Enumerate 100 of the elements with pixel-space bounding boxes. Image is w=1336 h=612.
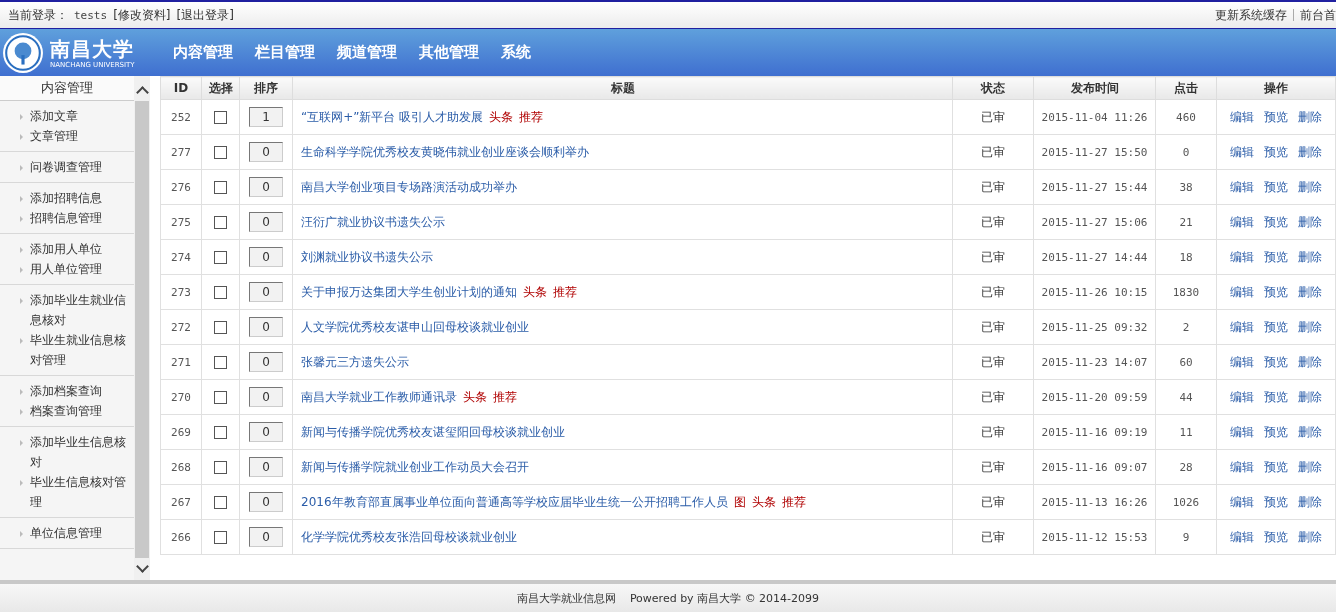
sort-field[interactable]: 0: [249, 247, 283, 267]
checkbox[interactable]: [214, 286, 227, 299]
sidebar-item[interactable]: 毕业生就业信息核对管理: [20, 330, 130, 370]
action-link[interactable]: 预览: [1264, 389, 1288, 404]
action-link[interactable]: 删除: [1298, 249, 1322, 264]
sidebar-item[interactable]: 添加毕业生就业信息核对: [20, 290, 130, 330]
article-link[interactable]: 新闻与传播学院优秀校友谌玺阳回母校谈就业创业: [301, 424, 565, 439]
action-link[interactable]: 编辑: [1230, 179, 1254, 194]
action-link[interactable]: 预览: [1264, 109, 1288, 124]
action-link[interactable]: 编辑: [1230, 389, 1254, 404]
sidebar-item[interactable]: 单位信息管理: [20, 523, 130, 543]
sort-field[interactable]: 0: [249, 387, 283, 407]
sidebar-item[interactable]: 招聘信息管理: [20, 208, 130, 228]
article-link[interactable]: 生命科学学院优秀校友黄晓伟就业创业座谈会顺利举办: [301, 144, 589, 159]
sort-field[interactable]: 0: [249, 282, 283, 302]
article-link[interactable]: “互联网+”新平台 吸引人才助发展: [301, 109, 484, 124]
action-link[interactable]: 预览: [1264, 284, 1288, 299]
sort-field[interactable]: 0: [249, 142, 283, 162]
action-link[interactable]: 预览: [1264, 319, 1288, 334]
sidebar-item[interactable]: 添加文章: [20, 106, 130, 126]
checkbox[interactable]: [214, 426, 227, 439]
sort-field[interactable]: 0: [249, 212, 283, 232]
checkbox[interactable]: [214, 461, 227, 474]
sort-field[interactable]: 0: [249, 492, 283, 512]
nav-item[interactable]: 内容管理: [162, 43, 244, 62]
action-link[interactable]: 删除: [1298, 109, 1322, 124]
action-link[interactable]: 预览: [1264, 459, 1288, 474]
sidebar-item[interactable]: 档案查询管理: [20, 401, 130, 421]
action-link[interactable]: 删除: [1298, 214, 1322, 229]
action-link[interactable]: 编辑: [1230, 319, 1254, 334]
sidebar-item[interactable]: 添加招聘信息: [20, 188, 130, 208]
article-link[interactable]: 2016年教育部直属事业单位面向普通高等学校应届毕业生统一公开招聘工作人员: [301, 494, 728, 509]
action-link[interactable]: 预览: [1264, 424, 1288, 439]
sort-field[interactable]: 0: [249, 352, 283, 372]
sidebar-item[interactable]: 添加用人单位: [20, 239, 130, 259]
sidebar-item[interactable]: 添加档案查询: [20, 381, 130, 401]
action-link[interactable]: 删除: [1298, 284, 1322, 299]
top-link[interactable]: [修改资料]: [113, 6, 171, 24]
action-link[interactable]: 删除: [1298, 389, 1322, 404]
checkbox[interactable]: [214, 356, 227, 369]
checkbox[interactable]: [214, 531, 227, 544]
nav-item[interactable]: 其他管理: [408, 43, 490, 62]
article-link[interactable]: 刘渊就业协议书遗失公示: [301, 249, 433, 264]
action-link[interactable]: 预览: [1264, 214, 1288, 229]
nav-item[interactable]: 栏目管理: [244, 43, 326, 62]
action-link[interactable]: 预览: [1264, 249, 1288, 264]
action-link[interactable]: 删除: [1298, 494, 1322, 509]
sidebar-item[interactable]: 用人单位管理: [20, 259, 130, 279]
top-link[interactable]: 前台首: [1300, 6, 1336, 24]
article-link[interactable]: 汪衍广就业协议书遗失公示: [301, 214, 445, 229]
sidebar-item[interactable]: 毕业生信息核对管理: [20, 472, 130, 512]
top-link[interactable]: 更新系统缓存: [1215, 6, 1287, 24]
article-link[interactable]: 化学学院优秀校友张浩回母校谈就业创业: [301, 529, 517, 544]
action-link[interactable]: 预览: [1264, 179, 1288, 194]
article-link[interactable]: 南昌大学就业工作教师通讯录: [301, 389, 457, 404]
sidebar-item[interactable]: 添加毕业生信息核对: [20, 432, 130, 472]
action-link[interactable]: 删除: [1298, 144, 1322, 159]
action-link[interactable]: 预览: [1264, 354, 1288, 369]
action-link[interactable]: 编辑: [1230, 214, 1254, 229]
action-link[interactable]: 删除: [1298, 459, 1322, 474]
action-link[interactable]: 预览: [1264, 494, 1288, 509]
action-link[interactable]: 预览: [1264, 529, 1288, 544]
action-link[interactable]: 删除: [1298, 319, 1322, 334]
checkbox[interactable]: [214, 111, 227, 124]
action-link[interactable]: 删除: [1298, 424, 1322, 439]
nav-item[interactable]: 频道管理: [326, 43, 408, 62]
checkbox[interactable]: [214, 321, 227, 334]
sort-field[interactable]: 0: [249, 457, 283, 477]
action-link[interactable]: 编辑: [1230, 424, 1254, 439]
article-link[interactable]: 新闻与传播学院就业创业工作动员大会召开: [301, 459, 529, 474]
action-link[interactable]: 编辑: [1230, 284, 1254, 299]
action-link[interactable]: 编辑: [1230, 249, 1254, 264]
article-link[interactable]: 人文学院优秀校友谌申山回母校谈就业创业: [301, 319, 529, 334]
sort-field[interactable]: 0: [249, 422, 283, 442]
action-link[interactable]: 预览: [1264, 144, 1288, 159]
scrollbar[interactable]: [134, 76, 150, 580]
action-link[interactable]: 编辑: [1230, 459, 1254, 474]
checkbox[interactable]: [214, 251, 227, 264]
sidebar-item[interactable]: 文章管理: [20, 126, 130, 146]
nav-item[interactable]: 系统: [490, 43, 542, 62]
sort-field[interactable]: 1: [249, 107, 283, 127]
article-link[interactable]: 张馨元三方遗失公示: [301, 354, 409, 369]
checkbox[interactable]: [214, 181, 227, 194]
action-link[interactable]: 删除: [1298, 179, 1322, 194]
article-link[interactable]: 南昌大学创业项目专场路演活动成功举办: [301, 179, 517, 194]
action-link[interactable]: 编辑: [1230, 144, 1254, 159]
action-link[interactable]: 编辑: [1230, 354, 1254, 369]
checkbox[interactable]: [214, 391, 227, 404]
checkbox[interactable]: [214, 496, 227, 509]
sort-field[interactable]: 0: [249, 527, 283, 547]
scroll-thumb[interactable]: [135, 101, 149, 558]
top-link[interactable]: [退出登录]: [176, 6, 234, 24]
article-link[interactable]: 关于申报万达集团大学生创业计划的通知: [301, 284, 517, 299]
checkbox[interactable]: [214, 146, 227, 159]
sidebar-item[interactable]: 问卷调查管理: [20, 157, 130, 177]
sort-field[interactable]: 0: [249, 317, 283, 337]
checkbox[interactable]: [214, 216, 227, 229]
sort-field[interactable]: 0: [249, 177, 283, 197]
action-link[interactable]: 删除: [1298, 354, 1322, 369]
action-link[interactable]: 删除: [1298, 529, 1322, 544]
